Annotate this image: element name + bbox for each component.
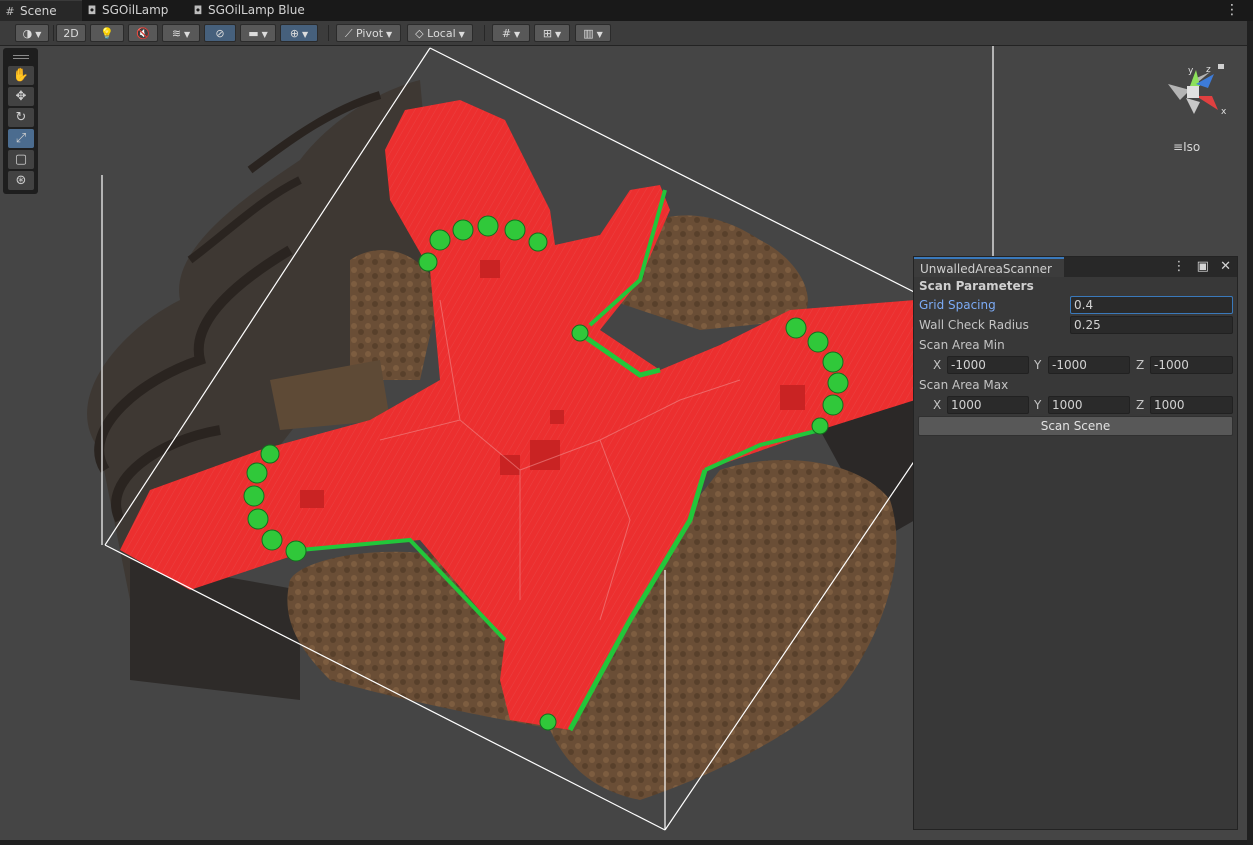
- axis-y-label: y: [1188, 66, 1194, 76]
- lighting-toggle-button[interactable]: 💡: [90, 24, 124, 42]
- chevron-down-icon: ▼: [302, 30, 309, 39]
- layers-icon: ≋: [171, 27, 182, 40]
- effects-dropdown[interactable]: ≋ ▼: [162, 24, 200, 42]
- projection-toggle[interactable]: ≡Iso: [1173, 140, 1200, 154]
- grid-visibility-dropdown[interactable]: # ▼: [492, 24, 530, 42]
- snap-grid-icon: ⊞: [542, 27, 553, 40]
- section-header: Scan Parameters: [919, 279, 1034, 293]
- prefab-icon: ◘: [87, 4, 97, 17]
- rotate-tool-button[interactable]: ↻: [8, 108, 34, 127]
- tool-palette: ✋ ✥ ↻ ⤢ ▢ ⊛: [3, 48, 38, 194]
- grid-snap-dropdown[interactable]: ⊞ ▼: [534, 24, 570, 42]
- move-arrows-icon: ✥: [15, 89, 27, 104]
- max-y-label: Y: [1034, 398, 1042, 412]
- orientation-gizmo[interactable]: y z x: [1160, 60, 1230, 130]
- scan-area-max-label: Scan Area Max: [919, 378, 1009, 392]
- audio-toggle-button[interactable]: 🔇: [128, 24, 158, 42]
- lock-icon[interactable]: [1218, 64, 1224, 69]
- viewport-scrollbar[interactable]: [1247, 21, 1253, 845]
- min-x-label: X: [933, 358, 942, 372]
- max-z-label: Z: [1136, 398, 1145, 412]
- grid-icon: #: [5, 5, 15, 18]
- scene-visibility-toggle[interactable]: ⊘: [204, 24, 236, 42]
- grid-icon: #: [501, 27, 512, 40]
- chevron-down-icon: ▼: [458, 30, 465, 39]
- grid-spacing-field[interactable]: 0.4: [1070, 296, 1233, 314]
- scale-tool-button[interactable]: ⤢: [8, 129, 34, 148]
- rotate-icon: ↻: [15, 110, 27, 125]
- unwalled-area-scanner-window: UnwalledAreaScanner ⋮ ▣ ✕ Scan Parameter…: [913, 256, 1238, 830]
- toolbar-divider: [484, 25, 485, 41]
- tab-unwalled-area-scanner[interactable]: UnwalledAreaScanner: [914, 257, 1064, 277]
- chevron-down-icon: ▼: [261, 30, 268, 39]
- drag-handle-icon[interactable]: [13, 55, 29, 56]
- move-tool-button[interactable]: ✥: [8, 87, 34, 106]
- prefab-icon: ◘: [193, 4, 203, 17]
- window-tab-bar: # Scene ◘ SGOilLamp ◘ SGOilLamp Blue ⋮: [0, 0, 1253, 22]
- rect-tool-button[interactable]: ▢: [8, 150, 34, 169]
- close-icon[interactable]: ✕: [1220, 259, 1231, 274]
- chevron-down-icon: ▼: [596, 30, 603, 39]
- shading-icon: ◑: [22, 27, 33, 40]
- gizmos-dropdown[interactable]: ⊕ ▼: [280, 24, 318, 42]
- max-x-field[interactable]: 1000: [947, 396, 1029, 414]
- min-y-field[interactable]: -1000: [1048, 356, 1130, 374]
- hidden-eye-icon: ⊘: [215, 27, 225, 40]
- chevron-down-icon: ▼: [184, 30, 191, 39]
- tab-scene[interactable]: # Scene: [0, 0, 82, 22]
- max-z-field[interactable]: 1000: [1150, 396, 1233, 414]
- axis-x-label: x: [1221, 107, 1227, 117]
- viewport-bottom-bar: [0, 840, 1247, 845]
- hand-icon: ✋: [12, 68, 30, 83]
- tab-sgoillamp[interactable]: ◘ SGOilLamp: [82, 0, 184, 21]
- wall-check-radius-field[interactable]: 0.25: [1070, 316, 1233, 334]
- tab-sgoillamp-blue[interactable]: ◘ SGOilLamp Blue: [188, 0, 322, 21]
- menu-lines-icon: ≡: [1173, 140, 1184, 154]
- gizmo-globe-icon: ⊕: [289, 27, 300, 40]
- scan-area-min-label: Scan Area Min: [919, 338, 1005, 352]
- max-y-field[interactable]: 1000: [1048, 396, 1130, 414]
- chevron-down-icon: ▼: [386, 30, 393, 39]
- scene-toolbar: ◑ ▼ 2D 💡 🔇 ≋ ▼ ⊘ ▬ ▼ ⊕ ▼ ⟋ Pivot ▼ ◇ Local ▼ #…: [0, 21, 1247, 46]
- panel-window-controls: ⋮ ▣ ✕: [1166, 257, 1231, 277]
- camera-dropdown[interactable]: ▬ ▼: [240, 24, 276, 42]
- local-dropdown[interactable]: ◇ Local ▼: [407, 24, 473, 42]
- more-options-icon[interactable]: ⋮: [1225, 0, 1239, 21]
- toolbar-divider: [328, 25, 329, 41]
- bulb-icon: 💡: [100, 27, 114, 40]
- pivot-dropdown[interactable]: ⟋ Pivot ▼: [336, 24, 401, 42]
- transform-icon: ⊛: [15, 173, 27, 188]
- chevron-down-icon: ▼: [514, 30, 521, 39]
- transform-tool-button[interactable]: ⊛: [8, 171, 34, 190]
- chevron-down-icon: ▼: [555, 30, 562, 39]
- camera-icon: ▬: [248, 27, 259, 40]
- 2d-toggle-button[interactable]: 2D: [56, 24, 86, 42]
- pivot-icon: ⟋: [344, 27, 353, 40]
- ruler-icon: ▥: [583, 27, 594, 40]
- panel-tab-bar: UnwalledAreaScanner ⋮ ▣ ✕: [914, 257, 1237, 277]
- scale-icon: ⤢: [15, 131, 27, 146]
- view-tool-button[interactable]: ✋: [8, 66, 34, 85]
- wall-check-radius-label: Wall Check Radius: [919, 318, 1029, 332]
- toolbar-divider: [53, 25, 54, 41]
- axis-z-label: z: [1206, 65, 1211, 75]
- cube-icon: ◇: [415, 27, 424, 40]
- scan-scene-button[interactable]: Scan Scene: [918, 416, 1233, 436]
- rect-transform-icon: ▢: [14, 152, 28, 167]
- min-z-label: Z: [1136, 358, 1145, 372]
- min-y-label: Y: [1034, 358, 1042, 372]
- increment-snap-dropdown[interactable]: ▥ ▼: [575, 24, 611, 42]
- min-x-field[interactable]: -1000: [947, 356, 1029, 374]
- min-z-field[interactable]: -1000: [1150, 356, 1233, 374]
- grid-spacing-label: Grid Spacing: [919, 298, 996, 312]
- axis-gizmo-icon: y z x: [1168, 64, 1227, 117]
- maximize-icon[interactable]: ▣: [1197, 259, 1209, 274]
- audio-muted-icon: 🔇: [136, 27, 150, 40]
- max-x-label: X: [933, 398, 942, 412]
- chevron-down-icon: ▼: [35, 30, 42, 39]
- draw-mode-dropdown[interactable]: ◑ ▼: [15, 24, 49, 42]
- more-options-icon[interactable]: ⋮: [1173, 259, 1186, 274]
